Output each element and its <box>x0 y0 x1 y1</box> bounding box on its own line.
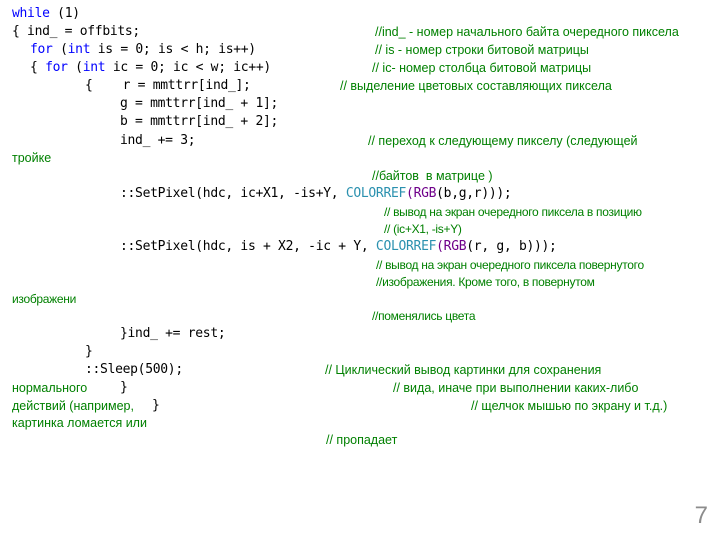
comment-next-pixel: // переход к следующему пикселу (следующ… <box>368 134 638 148</box>
comment-colors-swapped: //поменялись цвета <box>372 309 476 323</box>
type-colorref: COLORREF <box>345 186 407 201</box>
comment-cyclic-output: // Циклический вывод картинки для сохран… <box>325 363 602 377</box>
comment-image-rotated-wrap: изображени <box>12 292 76 306</box>
code-line-g: g = mmttrr[ind_ + 1]; <box>120 96 279 111</box>
code-line-ind-init: { ind_ = offbits; <box>12 24 140 39</box>
keyword-while: while <box>12 6 50 21</box>
code-line-setpixel-1: ::SetPixel(hdc, ic+X1, -is+Y, COLORREF(R… <box>120 186 512 201</box>
comment-ic: // ic- номер столбца битовой матрицы <box>372 61 592 75</box>
comment-bytes-in-matrix: //байтов в матрице ) <box>372 169 493 183</box>
code-line-r: { r = mmttrr[ind_]; <box>85 78 251 93</box>
comment-view: // вида, иначе при выполнении каких-либо <box>393 381 639 395</box>
code-line-b: b = mmttrr[ind_ + 2]; <box>120 114 279 129</box>
code-line-for-is: for (int is = 0; is < h; is++) <box>30 42 256 57</box>
code-line-for-ic: { for (int ic = 0; ic < w; ic++) <box>30 60 271 75</box>
macro-rgb: RGB <box>413 186 437 201</box>
comment-disappears: // пропадает <box>326 433 398 447</box>
comment-next-pixel-wrap: тройке <box>12 151 52 165</box>
comment-output-pixel: // вывод на экран очередного пиксела в п… <box>384 205 642 219</box>
comment-ind: //ind_ - номер начального байта очередно… <box>375 25 679 39</box>
macro-rgb: RGB <box>443 239 467 254</box>
slide: while (1) { ind_ = offbits; //ind_ - ном… <box>0 0 720 540</box>
comment-image-rotated: //изображения. Кроме того, в повернутом <box>376 275 595 289</box>
comment-mouse-click-wrap: картинка ломается или <box>12 416 147 430</box>
code-line-while: while (1) <box>12 6 80 21</box>
code-line-close-brace-2: } <box>120 380 128 395</box>
comment-cyclic-output-wrap: нормального <box>12 381 88 395</box>
comment-output-rotated: // вывод на экран очередного пиксела пов… <box>376 258 644 272</box>
code-line-setpixel-2: ::SetPixel(hdc, is + X2, -ic + Y, COLORR… <box>120 239 557 254</box>
code-line-close-brace: } <box>85 344 93 359</box>
page-number: 7 <box>694 502 708 529</box>
comment-is: // is - номер строки битовой матрицы <box>375 43 589 57</box>
code-line-rest: }ind_ += rest; <box>120 326 226 341</box>
comment-view-wrap: действий (например, <box>12 399 134 413</box>
comment-color-components: // выделение цветовых составляющих пиксе… <box>340 79 612 93</box>
code-line-close-brace-3: } <box>152 398 160 413</box>
type-colorref: COLORREF <box>375 239 437 254</box>
code-line-sleep: ::Sleep(500); <box>85 362 183 377</box>
code-line-ind-increment: ind_ += 3; <box>120 133 196 148</box>
comment-mouse-click: // щелчок мышью по экрану и т.д.) <box>471 399 668 413</box>
comment-position: // (ic+X1, -is+Y) <box>384 222 462 236</box>
